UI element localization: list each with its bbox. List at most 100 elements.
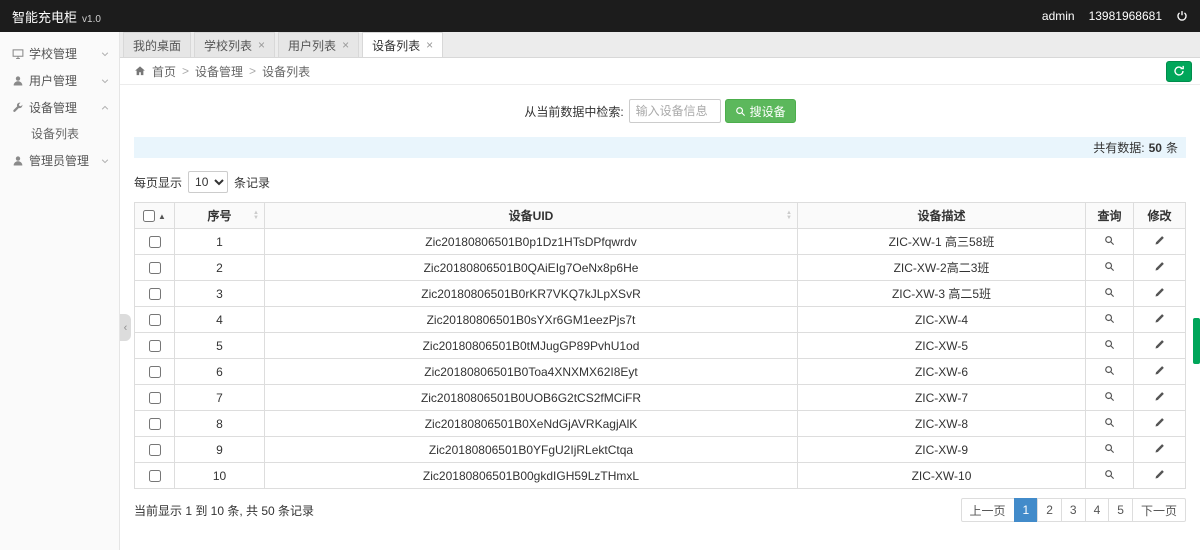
row-checkbox[interactable] [149,236,161,248]
query-icon[interactable] [1104,469,1115,480]
query-icon[interactable] [1104,391,1115,402]
edit-icon[interactable] [1154,261,1165,272]
page-button-2[interactable]: 2 [1037,498,1062,522]
table-row: 2Zic20180806501B0QAiEIg7OeNx8p6HeZIC-XW-… [135,255,1186,281]
edit-icon[interactable] [1154,391,1165,402]
query-icon[interactable] [1104,235,1115,246]
query-icon[interactable] [1104,417,1115,428]
row-checkbox[interactable] [149,340,161,352]
row-checkbox[interactable] [149,470,161,482]
select-all-checkbox[interactable] [143,210,155,222]
edit-icon[interactable] [1154,417,1165,428]
edit-icon[interactable] [1154,365,1165,376]
edit-icon[interactable] [1154,235,1165,246]
edit-icon[interactable] [1154,469,1165,480]
row-select-cell [135,307,175,333]
sidebar-collapse-handle[interactable]: ‹ [120,314,131,341]
edit-icon[interactable] [1154,313,1165,324]
breadcrumb-items: 首页>设备管理>设备列表 [152,63,310,80]
page-button-5[interactable]: 5 [1108,498,1133,522]
row-checkbox[interactable] [149,418,161,430]
tab-desktop[interactable]: 我的桌面 [123,32,191,57]
row-checkbox[interactable] [149,444,161,456]
query-cell [1086,255,1134,281]
query-cell [1086,333,1134,359]
row-number-cell: 4 [175,307,265,333]
row-select-cell [135,255,175,281]
query-icon[interactable] [1104,287,1115,298]
column-header-uid[interactable]: 设备UID ▲▼ [265,203,798,229]
tab-school-list[interactable]: 学校列表× [194,32,275,57]
edit-icon[interactable] [1154,287,1165,298]
sort-icons: ▲▼ [786,211,792,221]
refresh-button[interactable] [1166,61,1192,82]
modify-cell [1134,281,1186,307]
logout-icon[interactable] [1176,10,1188,22]
device-desc-cell: ZIC-XW-8 [798,411,1086,437]
query-icon[interactable] [1104,261,1115,272]
search-device-button[interactable]: 搜设备 [725,99,796,123]
row-checkbox[interactable] [149,288,161,300]
tab-bar: 我的桌面学校列表×用户列表× 设备列表 × [120,32,1200,58]
page-button-1[interactable]: 1 [1014,498,1039,522]
edit-icon[interactable] [1154,443,1165,454]
prev-page-button[interactable]: 上一页 [961,498,1015,522]
sidebar-item-device[interactable]: 设备管理 [0,94,119,121]
sidebar-item-school[interactable]: 学校管理 [0,40,119,67]
close-icon[interactable]: × [426,39,433,51]
search-input[interactable] [629,99,721,123]
sidebar-item-user[interactable]: 用户管理 [0,67,119,94]
query-icon[interactable] [1104,339,1115,350]
chevron-down-icon [100,76,110,86]
row-checkbox[interactable] [149,314,161,326]
column-label: 序号 [207,209,231,223]
query-cell [1086,437,1134,463]
row-select-cell [135,333,175,359]
table-row: 4Zic20180806501B0sYXr6GM1eezPjs7tZIC-XW-… [135,307,1186,333]
device-uid-cell: Zic20180806501B00gkdIGH59LzTHmxL [265,463,798,489]
device-desc-cell: ZIC-XW-9 [798,437,1086,463]
query-cell [1086,359,1134,385]
next-page-button[interactable]: 下一页 [1132,498,1186,522]
scrollbar-thumb[interactable] [1193,318,1200,364]
breadcrumb-separator: > [249,64,256,78]
row-checkbox[interactable] [149,262,161,274]
device-uid-cell: Zic20180806501B0rKR7VKQ7kJLpXSvR [265,281,798,307]
total-count-bar: 共有数据: 50 条 [134,137,1186,158]
row-number-cell: 10 [175,463,265,489]
tab-user-list[interactable]: 用户列表× [278,32,359,57]
row-number-cell: 5 [175,333,265,359]
brand-name: 智能充电柜 [12,7,77,26]
device-desc-cell: ZIC-XW-1 高三58班 [798,229,1086,255]
table-row: 6Zic20180806501B0Toa4XNXMX62I8EytZIC-XW-… [135,359,1186,385]
tab-label: 设备列表 [372,37,420,54]
sidebar-subitem-device-list[interactable]: 设备列表 [0,121,119,147]
page-size-suffix: 条记录 [234,174,270,191]
edit-icon[interactable] [1154,339,1165,350]
query-icon[interactable] [1104,313,1115,324]
page-button-4[interactable]: 4 [1085,498,1110,522]
desktop-icon [12,48,29,60]
close-icon[interactable]: × [258,39,265,51]
row-checkbox[interactable] [149,366,161,378]
search-icon [735,106,746,117]
page-button-3[interactable]: 3 [1061,498,1086,522]
refresh-icon [1173,65,1185,77]
modify-cell [1134,307,1186,333]
table-row: 5Zic20180806501B0tMJugGP89PvhU1odZIC-XW-… [135,333,1186,359]
query-icon[interactable] [1104,443,1115,454]
query-icon[interactable] [1104,365,1115,376]
row-checkbox[interactable] [149,392,161,404]
breadcrumb-separator: > [182,64,189,78]
column-header-no[interactable]: 序号 ▲▼ [175,203,265,229]
page-size-select[interactable]: 10 [188,171,228,193]
breadcrumb-item[interactable]: 设备管理 [195,63,243,80]
breadcrumb-item[interactable]: 首页 [152,63,176,80]
page-size-prefix: 每页显示 [134,174,182,191]
tab-device-list[interactable]: 设备列表 × [362,32,443,57]
chevron-down-icon [100,156,110,166]
select-all-header[interactable]: ▲ [135,203,175,229]
close-icon[interactable]: × [342,39,349,51]
device-uid-cell: Zic20180806501B0XeNdGjAVRKagjAlK [265,411,798,437]
sidebar-item-admin[interactable]: 管理员管理 [0,147,119,174]
